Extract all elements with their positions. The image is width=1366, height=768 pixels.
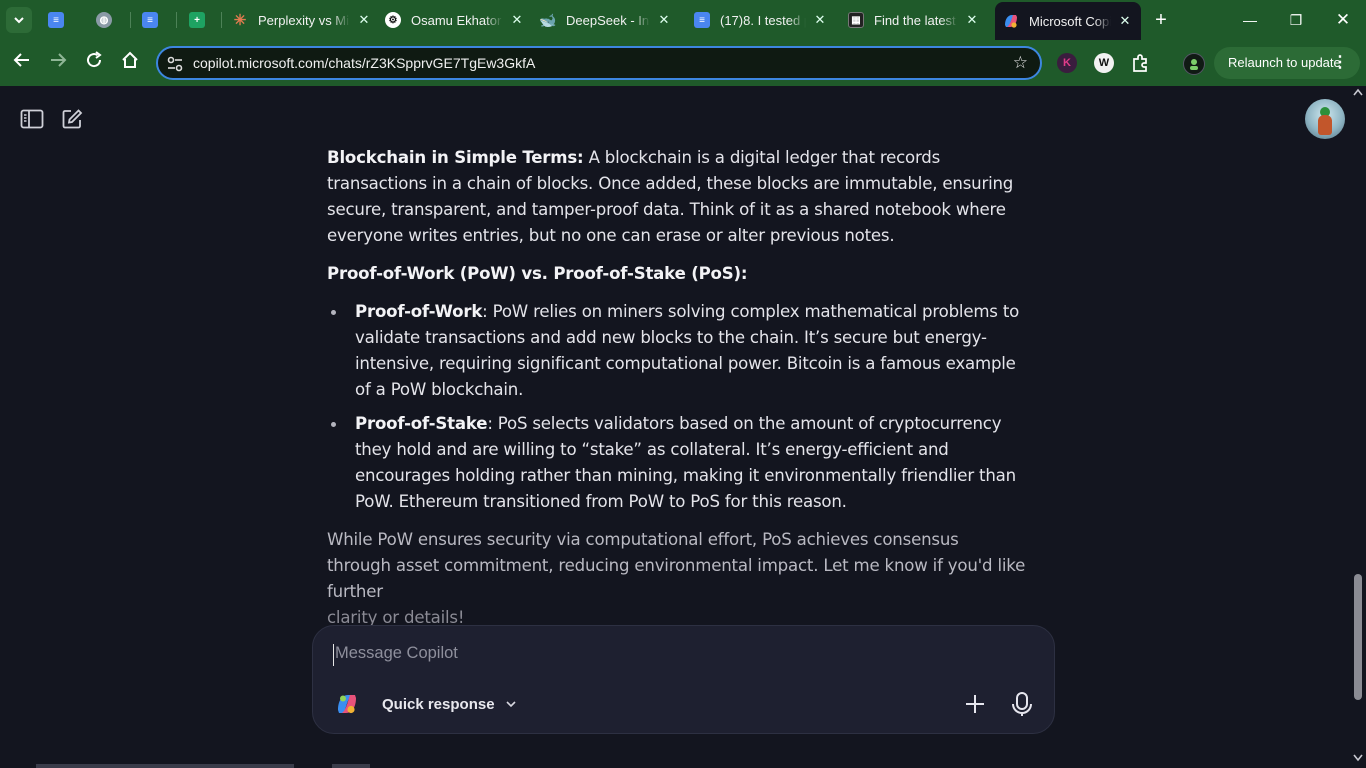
google-docs-icon: ≡	[48, 12, 64, 28]
reload-icon	[87, 51, 102, 68]
site-icon: ▦	[848, 12, 864, 28]
tab-find-latest[interactable]: ▦ Find the latest ✕	[848, 6, 980, 34]
bullet-list: Proof-of-Work: PoW relies on miners solv…	[327, 299, 1027, 515]
close-icon[interactable]: ✕	[964, 12, 980, 28]
tab-title: Find the latest	[874, 12, 956, 28]
tab-title: Microsoft Copil	[1029, 13, 1111, 29]
extension-k-icon[interactable]: K	[1057, 53, 1077, 73]
relaunch-label: Relaunch to update	[1228, 55, 1341, 70]
url-text: copilot.microsoft.com/chats/rZ3KSpprvGE7…	[193, 55, 535, 71]
list-item: Proof-of-Work: PoW relies on miners solv…	[327, 299, 1027, 403]
globe-icon: ◍	[96, 12, 112, 28]
message-composer: Message Copilot Quick response	[312, 625, 1055, 734]
list-item-term: Proof-of-Work	[355, 302, 483, 321]
url-host: copilot.microsoft.com	[193, 55, 325, 71]
chevron-down-icon	[505, 701, 516, 708]
message-input[interactable]: Message Copilot	[333, 644, 933, 666]
page-bottom-edge	[36, 764, 294, 768]
chevron-down-icon	[14, 17, 24, 24]
mode-label: Quick response	[382, 695, 495, 713]
microphone-icon[interactable]	[1008, 689, 1036, 719]
tab-sheets[interactable]: +	[189, 6, 213, 34]
sidebar-toggle-icon[interactable]	[20, 109, 44, 129]
perplexity-icon: ✳	[233, 12, 247, 29]
browser-toolbar: copilot.microsoft.com/chats/rZ3KSpprvGE7…	[0, 40, 1366, 86]
copilot-icon	[1005, 15, 1017, 28]
tab-perplexity[interactable]: ✳ Perplexity vs Mi ✕	[232, 6, 372, 34]
close-icon[interactable]: ✕	[509, 12, 525, 28]
relaunch-to-update-button[interactable]: Relaunch to update ⋮	[1214, 47, 1360, 79]
message-closing: While PoW ensures security via computati…	[327, 527, 1027, 631]
extension-w-icon[interactable]: W	[1094, 53, 1114, 73]
arrow-right-icon	[51, 53, 67, 67]
scroll-down-arrow-icon[interactable]	[1353, 754, 1363, 762]
tab-strip: ≡ ◍ ≡ + ✳ Perplexity vs Mi ✕ ⚙ Osamu Ekh…	[0, 0, 1366, 40]
restore-button[interactable]: ❐	[1284, 8, 1308, 32]
list-item: Proof-of-Stake: PoS selects validators b…	[327, 411, 1027, 515]
close-icon[interactable]: ✕	[812, 12, 828, 28]
response-mode-select[interactable]: Quick response	[382, 692, 517, 716]
tab-docs-1[interactable]: ≡	[48, 6, 72, 34]
close-icon[interactable]: ✕	[356, 12, 372, 28]
google-docs-icon: ≡	[694, 12, 710, 28]
extensions-puzzle-icon[interactable]	[1130, 53, 1150, 73]
close-icon[interactable]: ✕	[1117, 13, 1133, 29]
kebab-menu-icon[interactable]: ⋮	[1332, 47, 1348, 79]
profile-icon[interactable]	[1183, 53, 1205, 75]
back-button[interactable]	[10, 51, 34, 75]
close-icon[interactable]: ✕	[656, 12, 672, 28]
message-heading: Proof-of-Work (PoW) vs. Proof-of-Stake (…	[327, 261, 1027, 287]
tab-docs-3[interactable]: ≡ (17)8. I tested p ✕	[694, 6, 828, 34]
add-attachment-button[interactable]	[961, 690, 989, 718]
home-icon	[122, 51, 138, 68]
tab-globe[interactable]: ◍	[96, 6, 120, 34]
tab-title: Perplexity vs Mi	[258, 12, 350, 28]
minimize-button[interactable]: —	[1238, 8, 1262, 32]
google-sheets-icon: +	[189, 12, 205, 28]
scroll-up-arrow-icon[interactable]	[1353, 88, 1363, 96]
tab-title: (17)8. I tested p	[720, 12, 806, 28]
site-settings-icon[interactable]	[166, 55, 184, 73]
close-window-button[interactable]: ✕	[1331, 8, 1355, 32]
forward-button[interactable]	[46, 51, 70, 75]
message-paragraph: Blockchain in Simple Terms: A blockchain…	[327, 145, 1027, 249]
url-path: /chats/rZ3KSpprvGE7TgEw3GkfA	[324, 55, 536, 71]
new-chat-icon[interactable]	[61, 108, 83, 130]
tab-search-button[interactable]	[6, 7, 32, 33]
closing-text: While PoW ensures security via computati…	[327, 530, 1026, 601]
tab-title: DeepSeek - Into	[566, 12, 650, 28]
list-item-term: Proof-of-Stake	[355, 414, 488, 433]
google-docs-icon: ≡	[142, 12, 158, 28]
page-bottom-edge	[332, 764, 370, 768]
user-avatar[interactable]	[1305, 99, 1345, 139]
bookmark-star-icon[interactable]: ☆	[1013, 53, 1028, 73]
scrollbar-thumb[interactable]	[1354, 574, 1362, 700]
assistant-message: Blockchain in Simple Terms: A blockchain…	[327, 145, 1027, 643]
home-button[interactable]	[118, 51, 142, 75]
address-bar[interactable]: copilot.microsoft.com/chats/rZ3KSpprvGE7…	[156, 46, 1042, 80]
new-tab-button[interactable]: +	[1150, 9, 1172, 31]
section-heading: Proof-of-Work (PoW) vs. Proof-of-Stake (…	[327, 264, 748, 283]
arrow-left-icon	[13, 53, 29, 67]
tab-osamu[interactable]: ⚙ Osamu Ekhator ✕	[385, 6, 525, 34]
deepseek-icon: 🐋	[540, 11, 557, 28]
tab-copilot-active[interactable]: Microsoft Copil ✕	[995, 2, 1141, 40]
copilot-logo-icon[interactable]	[335, 692, 359, 716]
paragraph-bold-lead: Blockchain in Simple Terms:	[327, 148, 584, 167]
tab-deepseek[interactable]: 🐋 DeepSeek - Into ✕	[540, 6, 672, 34]
tab-docs-2[interactable]: ≡	[142, 6, 166, 34]
reload-button[interactable]	[82, 51, 106, 75]
openai-icon: ⚙	[385, 12, 401, 28]
tab-title: Osamu Ekhator	[411, 12, 502, 28]
